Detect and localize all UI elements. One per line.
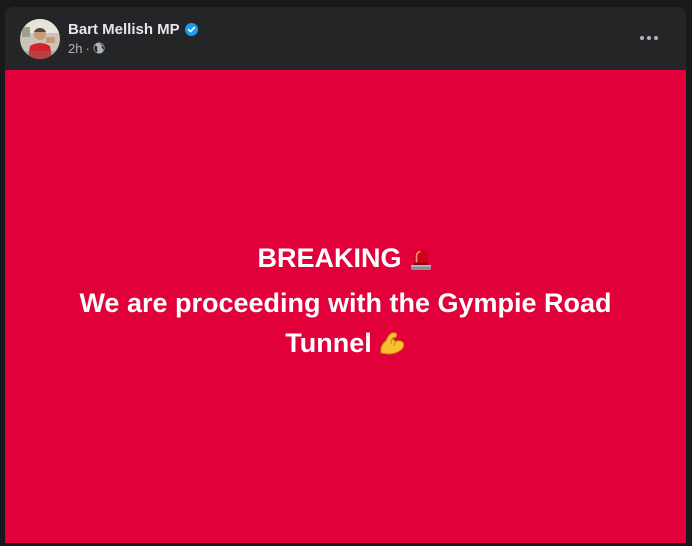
page: Bart Mellish MP 2h · BREAKING We are pro… bbox=[0, 0, 692, 546]
tunnel-text: Tunnel bbox=[285, 328, 372, 358]
globe-icon[interactable] bbox=[93, 42, 105, 54]
facebook-post: Bart Mellish MP 2h · BREAKING We are pro… bbox=[5, 7, 686, 543]
post-time[interactable]: 2h bbox=[68, 41, 82, 56]
meta-separator: · bbox=[85, 40, 90, 56]
message-line-1: BREAKING bbox=[26, 238, 666, 283]
avatar[interactable] bbox=[20, 19, 60, 59]
post-header: Bart Mellish MP 2h · bbox=[5, 7, 686, 70]
message-line-3: Tunnel bbox=[26, 323, 666, 368]
author-row: Bart Mellish MP bbox=[68, 20, 198, 38]
author-name[interactable]: Bart Mellish MP bbox=[68, 21, 180, 38]
post-content-card: BREAKING We are proceeding with the Gymp… bbox=[5, 70, 686, 543]
police-light-icon bbox=[408, 243, 434, 283]
more-options-icon[interactable] bbox=[634, 25, 664, 51]
verified-badge-icon bbox=[184, 22, 198, 36]
message-line-2: We are proceeding with the Gympie Road bbox=[79, 288, 612, 318]
breaking-text: BREAKING bbox=[257, 243, 402, 273]
post-message: BREAKING We are proceeding with the Gymp… bbox=[26, 238, 666, 368]
flexed-bicep-icon bbox=[378, 328, 406, 368]
post-meta: 2h · bbox=[68, 40, 105, 56]
